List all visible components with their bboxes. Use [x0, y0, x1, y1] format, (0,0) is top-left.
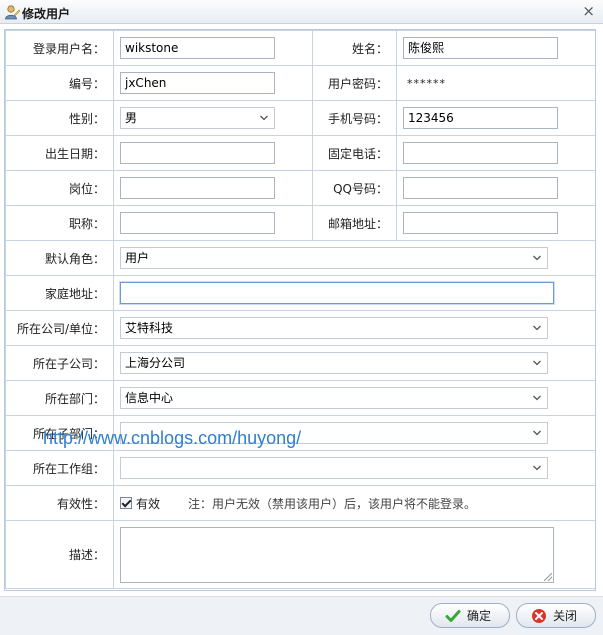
role-label: 默认角色： — [5, 240, 114, 276]
dialog-footer: 确定 关闭 — [0, 596, 603, 635]
close-button-label: 关闭 — [553, 609, 578, 623]
phone-input[interactable] — [403, 142, 558, 164]
subcompany-label: 所在子公司： — [5, 345, 114, 381]
company-selected: 艾特科技 — [125, 321, 174, 335]
chevron-down-icon — [533, 360, 541, 366]
chevron-down-icon — [533, 325, 541, 331]
company-label: 所在公司/单位： — [5, 310, 114, 346]
department-label: 所在部门： — [5, 380, 114, 416]
validity-label: 有效性： — [5, 485, 114, 521]
close-button[interactable]: 关闭 — [516, 603, 596, 628]
valid-checkbox[interactable] — [120, 497, 132, 509]
chevron-down-icon — [533, 255, 541, 261]
subcompany-selected: 上海分公司 — [125, 356, 186, 370]
gender-select[interactable]: 男 — [120, 107, 275, 129]
chevron-down-icon — [260, 115, 268, 121]
chevron-down-icon — [533, 430, 541, 436]
code-label: 编号： — [5, 65, 114, 101]
qq-label: QQ号码： — [312, 170, 397, 206]
password-label: 用户密码： — [312, 65, 397, 101]
valid-checkbox-label: 有效 — [136, 496, 161, 511]
ok-button-label: 确定 — [467, 609, 492, 623]
checkmark-icon — [445, 609, 461, 622]
workgroup-select[interactable] — [120, 457, 548, 479]
real-name-input[interactable]: 陈俊熙 — [403, 37, 558, 59]
role-select[interactable]: 用户 — [120, 247, 548, 269]
address-input[interactable] — [120, 282, 554, 304]
email-input[interactable] — [403, 212, 558, 234]
post-label: 岗位： — [5, 170, 114, 206]
password-value: ****** — [407, 77, 446, 90]
user-edit-icon — [5, 5, 20, 20]
close-icon[interactable]: × — [582, 2, 595, 20]
mobile-label: 手机号码： — [312, 100, 397, 136]
chevron-down-icon — [533, 395, 541, 401]
qq-input[interactable] — [403, 177, 558, 199]
mobile-input[interactable]: 123456 — [403, 107, 558, 129]
description-label: 描述： — [5, 520, 114, 589]
birthday-input[interactable] — [120, 142, 275, 164]
close-circle-icon — [532, 608, 546, 623]
role-selected: 用户 — [125, 251, 150, 265]
workgroup-label: 所在工作组： — [5, 450, 114, 486]
birthday-label: 出生日期： — [5, 135, 114, 171]
address-label: 家庭地址： — [5, 275, 114, 311]
description-textarea[interactable] — [120, 526, 554, 583]
gender-label: 性别： — [5, 100, 114, 136]
real-name-label: 姓名： — [312, 30, 397, 66]
code-input[interactable]: jxChen — [120, 72, 275, 94]
post-input[interactable] — [120, 177, 275, 199]
user-form: 登录用户名： wikstone 姓名： 陈俊熙 编号： jxChen 用户密码：… — [4, 29, 596, 591]
login-name-label: 登录用户名： — [5, 30, 114, 66]
chevron-down-icon — [533, 465, 541, 471]
window-title: 修改用户 — [22, 7, 71, 21]
title-input[interactable] — [120, 212, 275, 234]
watermark-url: http://www.cnblogs.com/huyong/ — [43, 428, 302, 448]
gender-selected: 男 — [125, 111, 138, 125]
company-select[interactable]: 艾特科技 — [120, 317, 548, 339]
subcompany-select[interactable]: 上海分公司 — [120, 352, 548, 374]
phone-label: 固定电话： — [312, 135, 397, 171]
title-bar: 修改用户 × — [0, 0, 603, 24]
resize-grip-icon[interactable] — [544, 572, 552, 581]
department-select[interactable]: 信息中心 — [120, 387, 548, 409]
ok-button[interactable]: 确定 — [430, 603, 510, 628]
login-name-input[interactable]: wikstone — [120, 37, 275, 59]
department-selected: 信息中心 — [125, 391, 174, 405]
title-label: 职称： — [5, 205, 114, 241]
email-label: 邮箱地址： — [312, 205, 397, 241]
validity-note: 注：用户无效（禁用该用户）后，该用户将不能登录。 — [188, 496, 477, 511]
